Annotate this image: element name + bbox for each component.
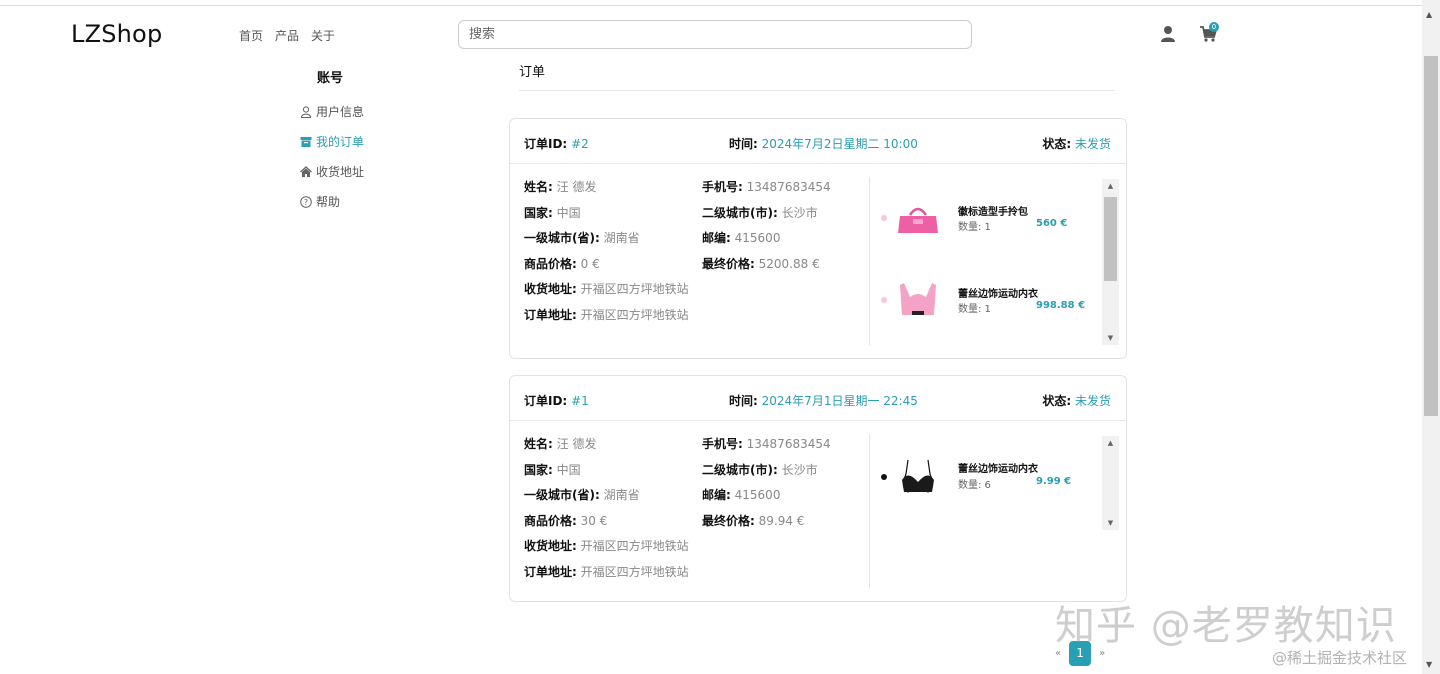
list-item[interactable]: 蕾丝边饰运动内衣 数量: 6 9.99 €: [870, 448, 1110, 508]
top-divider: [0, 5, 1422, 6]
question-circle-icon: ?: [300, 195, 312, 208]
order-time: 时间: 2024年7月2日星期二 10:00: [729, 137, 918, 151]
page-scrollbar-thumb[interactable]: [1424, 56, 1438, 416]
order-name: 姓名: 汪 德发: [524, 180, 597, 194]
order-time: 时间: 2024年7月1日星期一 22:45: [729, 394, 918, 408]
watermark-zhihu: 知乎 @老罗教知识: [1055, 603, 1397, 649]
scrollbar-thumb[interactable]: [1104, 197, 1117, 281]
order-country: 国家: 中国: [524, 463, 581, 477]
nav-home[interactable]: 首页: [239, 27, 263, 44]
sidebar-item-my-orders[interactable]: 我的订单: [300, 133, 364, 150]
scroll-up-arrow-icon[interactable]: ▲: [1102, 179, 1119, 193]
user-outline-icon: [300, 105, 312, 118]
cart-count-badge: 0: [1209, 22, 1219, 32]
item-bullet: [881, 474, 887, 480]
order-ship-address: 收货地址: 开福区四方坪地铁站: [524, 539, 689, 553]
scroll-down-arrow-icon[interactable]: ▼: [1426, 660, 1432, 669]
order-card: 订单ID: #1 时间: 2024年7月1日星期一 22:45 状态: 未发货 …: [509, 375, 1127, 602]
nav-products[interactable]: 产品: [275, 27, 299, 44]
item-bullet: [881, 297, 887, 303]
order-address: 订单地址: 开福区四方坪地铁站: [524, 565, 689, 579]
order-name: 姓名: 汪 德发: [524, 437, 597, 451]
item-quantity: 数量: 1: [958, 222, 991, 233]
order-address: 订单地址: 开福区四方坪地铁站: [524, 308, 689, 322]
sidebar-item-label: 我的订单: [316, 135, 365, 149]
order-id: 订单ID: #2: [524, 137, 589, 151]
item-name: 蕾丝边饰运动内衣: [958, 464, 1038, 475]
handbag-thumbnail: [898, 207, 938, 233]
order-final-price: 最终价格: 89.94 €: [702, 514, 805, 528]
item-name: 蕾丝边饰运动内衣: [958, 289, 1038, 300]
order-zip: 邮编: 415600: [702, 231, 781, 245]
sidebar-item-label: 帮助: [316, 195, 341, 209]
order-phone: 手机号: 13487683454: [702, 180, 831, 194]
archive-box-icon: [300, 136, 312, 147]
order-city1: 一级城市(省): 湖南省: [524, 231, 640, 245]
home-icon: [300, 165, 312, 177]
order-city2: 二级城市(市): 长沙市: [702, 206, 818, 220]
item-quantity: 数量: 1: [958, 304, 991, 315]
page-scrollbar[interactable]: ▲ ▼: [1422, 0, 1440, 674]
sidebar-item-user-info[interactable]: 用户信息: [300, 103, 364, 120]
order-ship-address: 收货地址: 开福区四方坪地铁站: [524, 282, 689, 296]
sidebar-item-addresses[interactable]: 收货地址: [300, 163, 364, 180]
sidebar-item-label: 用户信息: [316, 105, 365, 119]
order-items-list[interactable]: 蕾丝边饰运动内衣 数量: 6 9.99 € ▲ ▼: [870, 434, 1123, 530]
item-price: 9.99 €: [1036, 476, 1072, 487]
item-price: 560 €: [1036, 218, 1068, 229]
main-nav: 首页 产品 关于: [239, 27, 335, 44]
page-title: 订单: [519, 65, 546, 80]
nav-about[interactable]: 关于: [311, 27, 335, 44]
user-icon[interactable]: [1160, 25, 1176, 43]
order-items-list[interactable]: 徽标造型手拎包 数量: 1 560 € 蕾丝边饰运动内衣 数量: 1 998.8…: [870, 177, 1123, 345]
order-country: 国家: 中国: [524, 206, 581, 220]
items-scrollbar[interactable]: ▲ ▼: [1102, 436, 1119, 530]
order-status: 状态: 未发货: [1042, 137, 1111, 151]
order-phone: 手机号: 13487683454: [702, 437, 831, 451]
item-name: 徽标造型手拎包: [958, 207, 1028, 218]
order-city1: 一级城市(省): 湖南省: [524, 488, 640, 502]
order-header: 订单ID: #2 时间: 2024年7月2日星期二 10:00 状态: 未发货: [510, 119, 1126, 164]
order-zip: 邮编: 415600: [702, 488, 781, 502]
watermark-juejin: @稀土掘金技术社区: [1272, 649, 1408, 667]
title-divider: [519, 90, 1115, 91]
order-goods-price: 商品价格: 0 €: [524, 257, 600, 271]
order-goods-price: 商品价格: 30 €: [524, 514, 608, 528]
sidebar-item-label: 收货地址: [316, 165, 365, 179]
order-card: 订单ID: #2 时间: 2024年7月2日星期二 10:00 状态: 未发货 …: [509, 118, 1127, 359]
item-bullet: [881, 215, 887, 221]
scroll-up-arrow-icon[interactable]: ▲: [1426, 10, 1432, 19]
order-final-price: 最终价格: 5200.88 €: [702, 257, 820, 271]
scroll-down-arrow-icon[interactable]: ▼: [1102, 331, 1119, 345]
shop-logo[interactable]: LZShop: [71, 20, 162, 48]
order-status: 状态: 未发货: [1042, 394, 1111, 408]
sports-bra-thumbnail: [900, 283, 936, 315]
order-id: 订单ID: #1: [524, 394, 589, 408]
order-header: 订单ID: #1 时间: 2024年7月1日星期一 22:45 状态: 未发货: [510, 376, 1126, 421]
list-item[interactable]: 徽标造型手拎包 数量: 1 560 €: [870, 189, 1110, 249]
order-city2: 二级城市(市): 长沙市: [702, 463, 818, 477]
scroll-up-arrow-icon[interactable]: ▲: [1102, 436, 1119, 450]
list-item[interactable]: 蕾丝边饰运动内衣 数量: 1 998.88 €: [870, 271, 1110, 331]
items-scrollbar[interactable]: ▲ ▼: [1102, 179, 1119, 345]
sidebar-title: 账号: [317, 71, 344, 86]
item-price: 998.88 €: [1036, 300, 1086, 311]
svg-text:?: ?: [304, 198, 308, 207]
scroll-down-arrow-icon[interactable]: ▼: [1102, 516, 1119, 530]
sports-bra-thumbnail: [902, 459, 934, 493]
search-input[interactable]: [458, 20, 972, 49]
sidebar-item-help[interactable]: ? 帮助: [300, 193, 340, 210]
item-quantity: 数量: 6: [958, 480, 991, 491]
